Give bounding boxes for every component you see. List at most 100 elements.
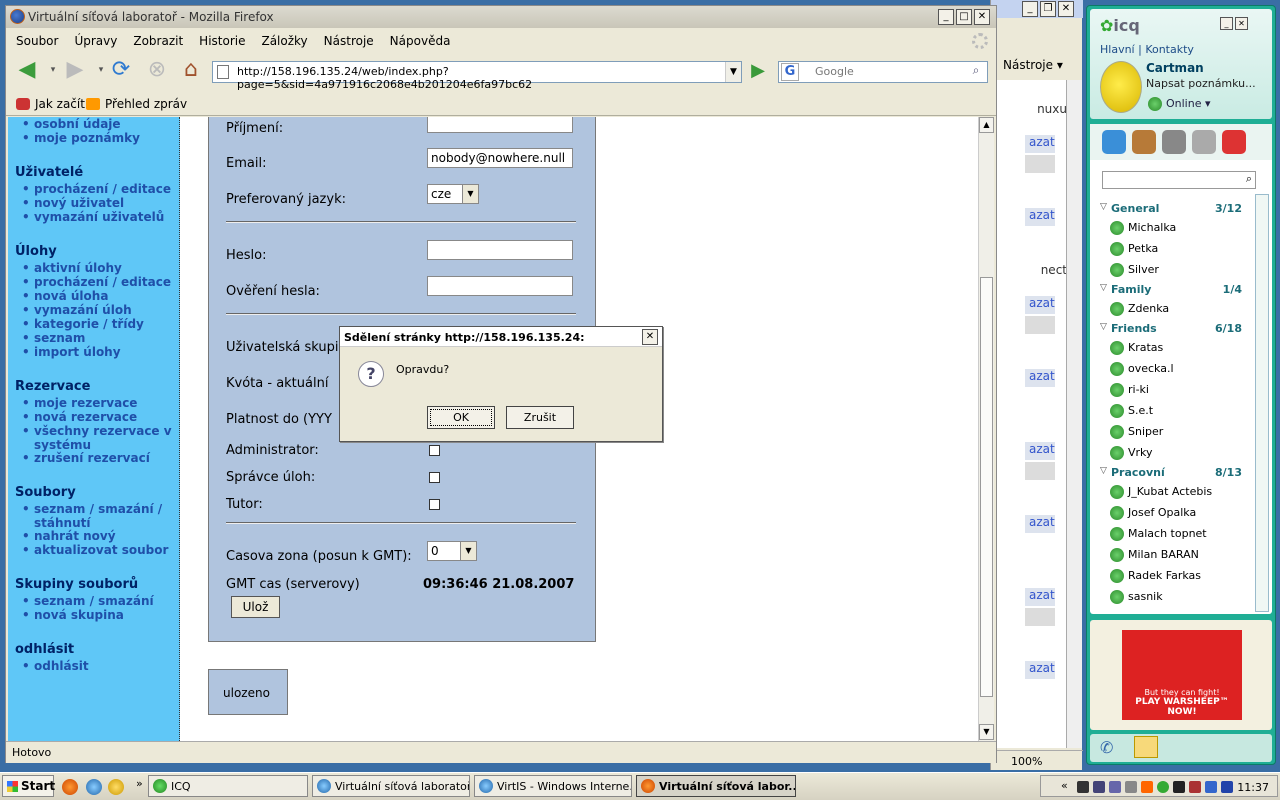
group-friends[interactable]: Friends xyxy=(1100,322,1157,335)
volume-icon[interactable] xyxy=(1125,781,1137,793)
icq-tray-icon[interactable] xyxy=(1157,781,1169,793)
ie-quicklaunch-icon[interactable] xyxy=(86,779,102,795)
save-button[interactable]: Ulož xyxy=(231,596,280,618)
tray-app-icon[interactable] xyxy=(1205,781,1217,793)
bg-link[interactable]: azat xyxy=(1025,588,1055,606)
menu-tools[interactable]: Nástroje xyxy=(324,34,374,50)
dialog-titlebar[interactable]: Sdělení stránky http://158.196.135.24: xyxy=(340,327,662,347)
contact-item[interactable]: Petka xyxy=(1128,242,1158,255)
alert-dialog[interactable]: Sdělení stránky http://158.196.135.24: ✕… xyxy=(339,326,663,442)
sidebar-link[interactable]: kategorie / třídy xyxy=(22,317,144,331)
quicklaunch-expand-icon[interactable]: » xyxy=(136,777,143,790)
advertisement-banner[interactable]: But they can fight! PLAY WARSHEEP™ NOW! xyxy=(1090,620,1272,730)
bg-link[interactable]: azat xyxy=(1025,208,1055,226)
admin-checkbox[interactable] xyxy=(429,445,440,456)
sidebar-link[interactable]: moje rezervace xyxy=(22,396,138,410)
contact-item[interactable]: Malach topnet xyxy=(1128,527,1207,540)
group-work[interactable]: Pracovní xyxy=(1100,466,1165,479)
search-input[interactable]: G Google ⌕ xyxy=(778,61,988,83)
contact-item[interactable]: Sniper xyxy=(1128,425,1163,438)
cancel-button[interactable]: Zrušit xyxy=(506,406,574,429)
contact-item[interactable]: Vrky xyxy=(1128,446,1153,459)
sidebar-link[interactable]: nahrát nový xyxy=(22,529,115,543)
taskbar-icq[interactable]: ICQ xyxy=(148,775,308,797)
close-icon[interactable]: ✕ xyxy=(974,9,990,25)
task-admin-checkbox[interactable] xyxy=(429,472,440,483)
email-field[interactable]: nobody@nowhere.null xyxy=(427,148,573,168)
firefox-titlebar[interactable]: Virtuální síťová laboratoř - Mozilla Fir… xyxy=(6,6,996,28)
back-arrow-icon[interactable]: ◀ xyxy=(14,58,40,84)
contact-item[interactable]: Silver xyxy=(1128,263,1159,276)
sidebar-link[interactable]: všechny rezervace v systému xyxy=(22,424,174,452)
tray-app-icon[interactable] xyxy=(1221,781,1233,793)
ok-button[interactable]: OK xyxy=(427,406,495,429)
clock[interactable]: 11:37 xyxy=(1237,781,1269,794)
zoom-level[interactable]: 100% xyxy=(991,750,1083,770)
tab-contacts[interactable]: Kontakty xyxy=(1145,43,1194,56)
sidebar-link[interactable]: aktivní úlohy xyxy=(22,261,122,275)
contact-item[interactable]: ovecka.l xyxy=(1128,362,1174,375)
scroll-up-icon[interactable]: ▲ xyxy=(979,117,994,133)
search-icon[interactable]: ⌕ xyxy=(967,63,985,81)
timezone-select[interactable]: 0 ▼ xyxy=(427,541,477,561)
scrollbar-thumb[interactable] xyxy=(980,277,993,697)
menu-file[interactable]: Soubor xyxy=(16,34,58,50)
sidebar-link[interactable]: import úlohy xyxy=(22,345,121,359)
bg-link[interactable]: azat xyxy=(1025,296,1055,314)
sidebar-link-notes[interactable]: moje poznámky xyxy=(22,131,140,145)
tutor-checkbox[interactable] xyxy=(429,499,440,510)
contact-item[interactable]: J_Kubat Actebis xyxy=(1128,485,1212,498)
shield-icon[interactable] xyxy=(1077,781,1089,793)
update-icon[interactable] xyxy=(1141,781,1153,793)
forward-arrow-icon[interactable]: ▶ xyxy=(62,58,88,84)
menu-edit[interactable]: Úpravy xyxy=(74,34,117,50)
contact-item[interactable]: Kratas xyxy=(1128,341,1163,354)
tools-menu[interactable]: Nástroje ▾ xyxy=(991,52,1083,76)
bg-link[interactable]: azat xyxy=(1025,661,1055,679)
close-icon[interactable]: ✕ xyxy=(642,329,658,345)
sidebar-link[interactable]: procházení / editace xyxy=(22,275,171,289)
background-scrollbar[interactable] xyxy=(1066,80,1082,748)
tray-app-icon[interactable] xyxy=(1189,781,1201,793)
bg-link[interactable]: azat xyxy=(1025,369,1055,387)
avatar[interactable] xyxy=(1100,61,1142,113)
sidebar-link[interactable]: procházení / editace xyxy=(22,182,171,196)
menu-bookmarks[interactable]: Záložky xyxy=(261,34,307,50)
background-browser-window[interactable]: _ ❐ ✕ Nástroje ▾ nuxu azat azat nect aza… xyxy=(990,0,1083,770)
sidebar-link[interactable]: aktualizovat soubor xyxy=(22,543,168,557)
sidebar-link[interactable]: seznam / smazání xyxy=(22,594,154,608)
tab-main[interactable]: Hlavní xyxy=(1100,43,1135,56)
surname-field[interactable] xyxy=(427,117,573,133)
bg-link[interactable]: azat xyxy=(1025,442,1055,460)
home-icon[interactable]: ⌂ xyxy=(178,58,204,84)
url-field[interactable]: http://158.196.135.24/web/index.php?page… xyxy=(212,61,742,91)
close-icon[interactable]: ✕ xyxy=(1058,1,1074,17)
sidebar-link[interactable]: vymazání úloh xyxy=(22,303,132,317)
network-icon[interactable] xyxy=(1109,781,1121,793)
password-confirm-field[interactable] xyxy=(427,276,573,296)
games-icon[interactable] xyxy=(1162,130,1186,154)
go-arrow-icon[interactable]: ▶ xyxy=(748,60,768,82)
taskbar-firefox-active[interactable]: Virtuální síťová labor... xyxy=(636,775,796,797)
language-select[interactable]: cze ▼ xyxy=(427,184,479,204)
ad-image[interactable]: But they can fight! PLAY WARSHEEP™ NOW! xyxy=(1122,630,1242,720)
sidebar-link-personal[interactable]: osobní údaje xyxy=(22,117,120,131)
sidebar-link[interactable]: nový uživatel xyxy=(22,196,124,210)
contact-list-scrollbar[interactable] xyxy=(1255,194,1269,612)
taskbar-firefox-1[interactable]: Virtuální síťová laboratoř... xyxy=(312,775,470,797)
google-engine-icon[interactable]: G xyxy=(781,63,799,81)
page-scrollbar[interactable]: ▲ ▼ xyxy=(978,117,994,741)
url-dropdown-icon[interactable]: ▼ xyxy=(725,62,741,82)
password-field[interactable] xyxy=(427,240,573,260)
stop-icon[interactable]: ⊗ xyxy=(144,58,170,84)
contact-search-input[interactable]: ⌕ xyxy=(1102,171,1256,189)
menu-history[interactable]: Historie xyxy=(199,34,245,50)
network-icon[interactable] xyxy=(1093,781,1105,793)
contact-item[interactable]: S.e.t xyxy=(1128,404,1153,417)
love-icon[interactable] xyxy=(1222,130,1246,154)
clock-quicklaunch-icon[interactable] xyxy=(108,779,124,795)
bookmark-news[interactable]: Přehled zpráv xyxy=(86,97,187,111)
contact-item[interactable]: sasnik xyxy=(1128,590,1163,603)
bg-link[interactable]: azat xyxy=(1025,135,1055,153)
bg-link[interactable]: azat xyxy=(1025,515,1055,533)
